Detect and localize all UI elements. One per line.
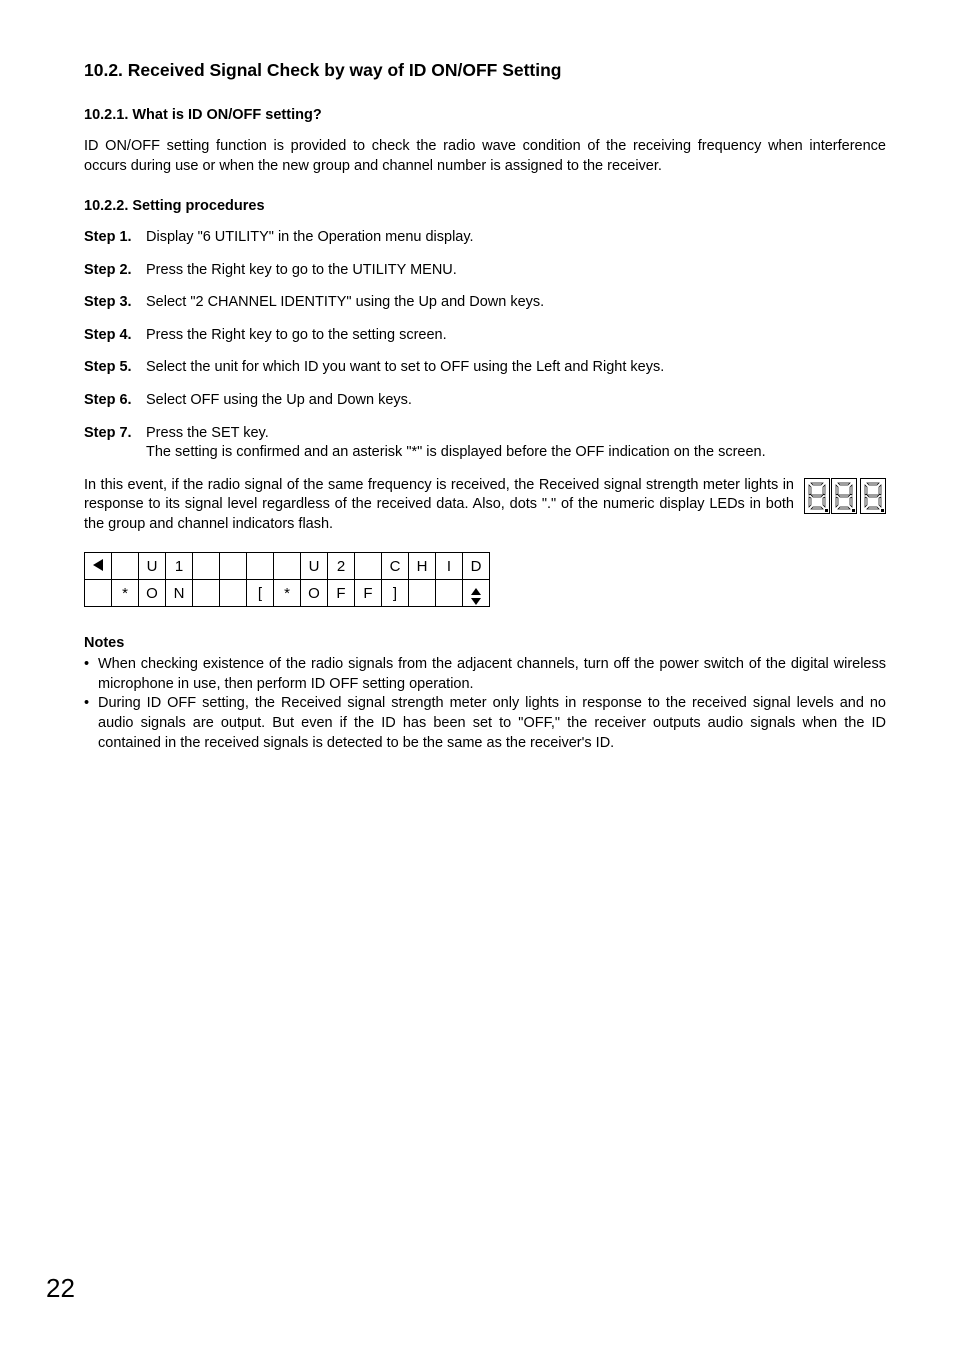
lcd-cell: ] (382, 580, 409, 607)
after-steps-text: In this event, if the radio signal of th… (84, 476, 794, 535)
lcd-cell: O (139, 580, 166, 607)
lcd-cell: 1 (166, 553, 193, 580)
step-text-line: Press the SET key. (146, 425, 269, 441)
step-text: Press the Right key to go to the UTILITY… (146, 261, 886, 281)
step-label: Step 6. (84, 391, 146, 411)
notes-heading: Notes (84, 635, 886, 651)
left-arrow-icon (93, 559, 103, 571)
lcd-cell (409, 580, 436, 607)
subsection-1-text: ID ON/OFF setting function is provided t… (84, 137, 886, 176)
subsection-1-heading: 10.2.1. What is ID ON/OFF setting? (84, 107, 886, 123)
lcd-cell (220, 580, 247, 607)
step-text: Select the unit for which ID you want to… (146, 358, 886, 378)
step-label: Step 4. (84, 326, 146, 346)
lcd-cell (355, 553, 382, 580)
step-row: Step 2. Press the Right key to go to the… (84, 261, 886, 281)
lcd-cell (220, 553, 247, 580)
step-row: Step 3. Select "2 CHANNEL IDENTITY" usin… (84, 293, 886, 313)
seven-segment-display (804, 476, 886, 514)
lcd-cell: 2 (328, 553, 355, 580)
seven-seg-digit (804, 478, 830, 514)
step-label: Step 3. (84, 293, 146, 313)
step-row: Step 7. Press the SET key. The setting i… (84, 424, 886, 463)
step-text: Display "6 UTILITY" in the Operation men… (146, 228, 886, 248)
lcd-cell: U (139, 553, 166, 580)
lcd-cell: F (355, 580, 382, 607)
lcd-cell (247, 553, 274, 580)
lcd-cell (85, 580, 112, 607)
step-row: Step 4. Press the Right key to go to the… (84, 326, 886, 346)
note-row: • During ID OFF setting, the Received si… (84, 694, 886, 753)
seven-seg-digit (860, 478, 886, 514)
seven-seg-digit (831, 478, 857, 514)
lcd-cell (193, 580, 220, 607)
note-text: During ID OFF setting, the Received sign… (98, 694, 886, 753)
step-text: Press the Right key to go to the setting… (146, 326, 886, 346)
step-label: Step 7. (84, 424, 146, 463)
lcd-display-table: U 1 U 2 C H I D * O N [ * O F F ] (84, 552, 490, 607)
bullet: • (84, 694, 98, 753)
step-label: Step 5. (84, 358, 146, 378)
lcd-cell: * (274, 580, 301, 607)
step-text: Select OFF using the Up and Down keys. (146, 391, 886, 411)
step-row: Step 5. Select the unit for which ID you… (84, 358, 886, 378)
step-row: Step 6. Select OFF using the Up and Down… (84, 391, 886, 411)
lcd-cell: N (166, 580, 193, 607)
section-title: 10.2. Received Signal Check by way of ID… (84, 60, 886, 81)
lcd-cell: O (301, 580, 328, 607)
lcd-cell (463, 580, 490, 607)
lcd-cell (193, 553, 220, 580)
lcd-cell (436, 580, 463, 607)
step-row: Step 1. Display "6 UTILITY" in the Opera… (84, 228, 886, 248)
lcd-row: U 1 U 2 C H I D (85, 553, 490, 580)
lcd-cell: I (436, 553, 463, 580)
lcd-cell (112, 553, 139, 580)
subsection-2-heading: 10.2.2. Setting procedures (84, 198, 886, 214)
lcd-cell: U (301, 553, 328, 580)
note-row: • When checking existence of the radio s… (84, 655, 886, 694)
lcd-cell (274, 553, 301, 580)
page-number: 22 (46, 1273, 75, 1304)
lcd-row: * O N [ * O F F ] (85, 580, 490, 607)
lcd-cell: H (409, 553, 436, 580)
lcd-cell: C (382, 553, 409, 580)
up-down-icon (471, 588, 481, 605)
step-text: Press the SET key. The setting is confir… (146, 424, 886, 463)
lcd-cell: [ (247, 580, 274, 607)
step-label: Step 2. (84, 261, 146, 281)
lcd-cell: * (112, 580, 139, 607)
bullet: • (84, 655, 98, 694)
note-text: When checking existence of the radio sig… (98, 655, 886, 694)
lcd-cell (85, 553, 112, 580)
step-label: Step 1. (84, 228, 146, 248)
lcd-cell: F (328, 580, 355, 607)
step-extra-line: The setting is confirmed and an asterisk… (146, 444, 766, 460)
step-text: Select "2 CHANNEL IDENTITY" using the Up… (146, 293, 886, 313)
lcd-cell: D (463, 553, 490, 580)
